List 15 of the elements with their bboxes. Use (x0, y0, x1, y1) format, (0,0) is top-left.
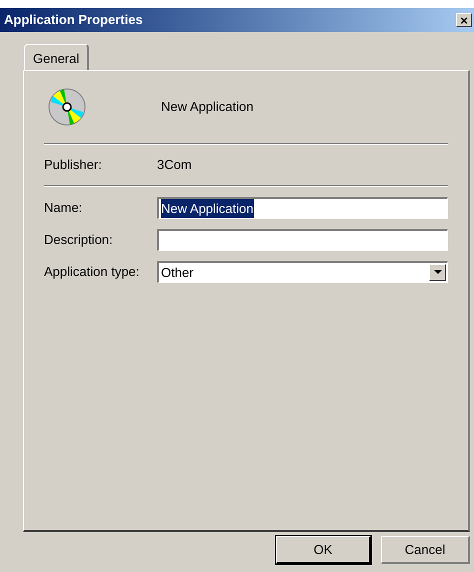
dialog-button[interactable]: Cancel (381, 536, 470, 564)
publisher-label: Publisher: (44, 156, 103, 174)
window-title: Application Properties (4, 11, 143, 30)
field-label: Application type: (44, 263, 140, 282)
tab[interactable]: General (24, 44, 90, 70)
publisher-value: 3Com (157, 156, 192, 174)
text-field[interactable] (157, 229, 448, 251)
dialog-button[interactable]: OK (276, 536, 371, 564)
text-field[interactable]: New Application (157, 197, 448, 219)
disc-icon (48, 88, 86, 126)
type-dropdown[interactable]: Other (157, 261, 448, 283)
close-button[interactable]: × (456, 13, 472, 27)
application-name: New Application (161, 98, 254, 116)
field-label: Description: (44, 231, 114, 250)
field-label: Name: (44, 199, 84, 218)
